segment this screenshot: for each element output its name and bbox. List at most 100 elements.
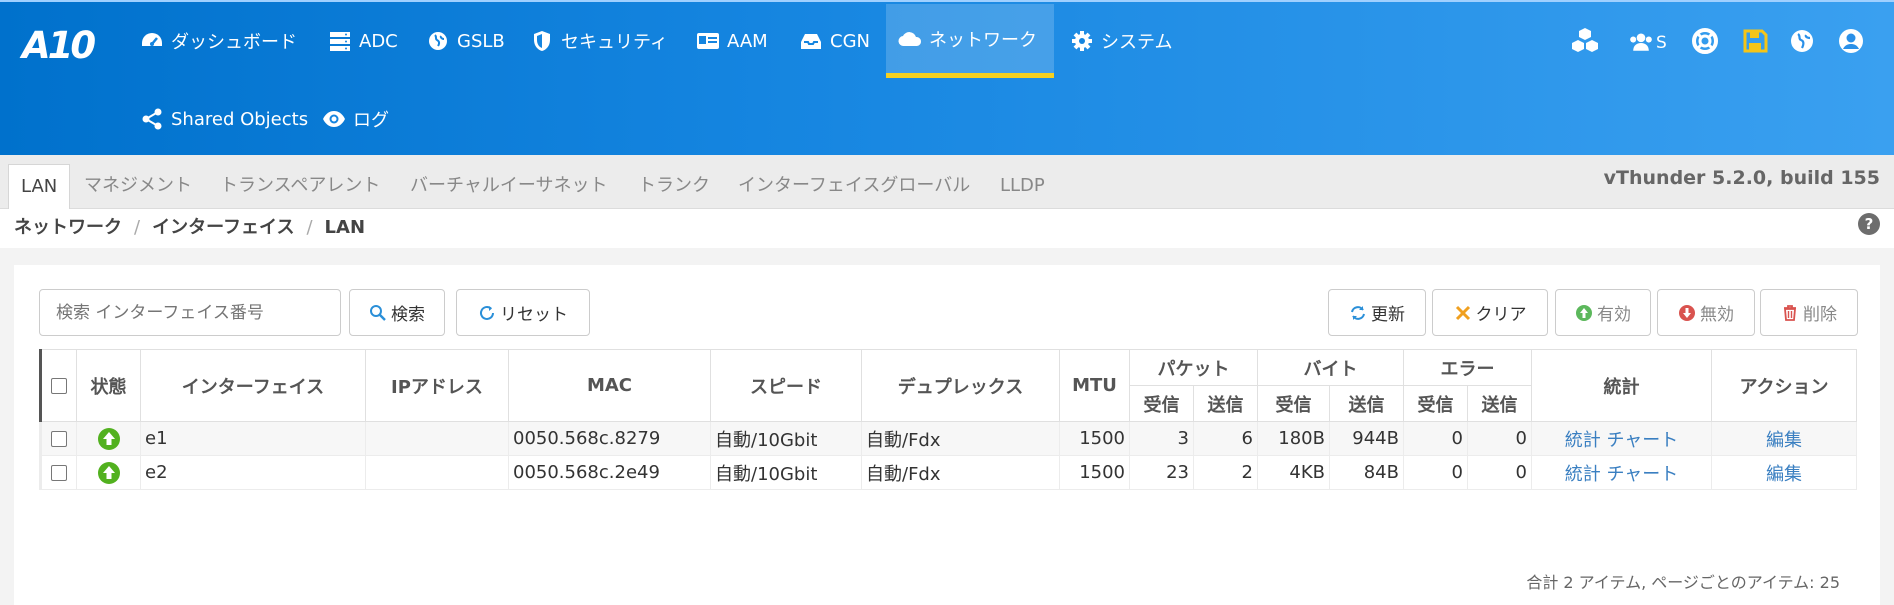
partition-button[interactable] [1570, 26, 1604, 60]
share-icon [142, 108, 162, 130]
close-icon [1455, 305, 1470, 320]
tab-transparent[interactable]: トランスペアレント [208, 164, 392, 209]
nav-shared-objects[interactable]: Shared Objects [128, 82, 320, 156]
nav-cgn[interactable]: CGN [787, 4, 882, 78]
nav-gslb-label: GSLB [457, 30, 505, 52]
tab-trunk[interactable]: トランク [626, 164, 722, 209]
refresh-button-label: 更新 [1371, 305, 1405, 325]
tab-interface-global[interactable]: インターフェイスグローバル [726, 164, 982, 209]
status-up-icon [97, 461, 120, 484]
edit-link[interactable]: 編集 [1711, 455, 1857, 490]
col-packets-rx[interactable]: 受信 [1129, 385, 1194, 422]
breadcrumb-network[interactable]: ネットワーク [14, 217, 122, 238]
errors-tx: 0 [1467, 455, 1532, 490]
col-errors-rx[interactable]: 受信 [1403, 385, 1468, 422]
interface-panel: 検索 リセット 更新 クリア 有効 無効 削除 [14, 265, 1880, 605]
user-account-button[interactable] [1836, 26, 1870, 60]
bytes-tx: 944B [1329, 421, 1404, 456]
select-all-checkbox[interactable] [51, 378, 67, 394]
content-area: 検索 リセット 更新 クリア 有効 無効 削除 [0, 248, 1894, 605]
refresh-button[interactable]: 更新 [1328, 289, 1426, 336]
table-row[interactable]: e2 0050.568c.2e49 自動/10Gbit 自動/Fdx 1500 … [39, 455, 1857, 490]
col-bytes-rx[interactable]: 受信 [1257, 385, 1330, 422]
col-speed[interactable]: スピード [710, 349, 862, 422]
disable-button[interactable]: 無効 [1657, 289, 1755, 336]
search-input[interactable] [39, 289, 341, 336]
reset-button[interactable]: リセット [456, 289, 590, 336]
col-errors-tx[interactable]: 送信 [1467, 385, 1532, 422]
refresh-icon [480, 305, 494, 320]
help-menu-button[interactable] [1690, 26, 1724, 60]
col-interface[interactable]: インターフェイス [140, 349, 366, 422]
nav-dashboard-label: ダッシュボード [171, 32, 297, 53]
search-icon [370, 304, 386, 321]
save-icon [1743, 29, 1768, 53]
lifebuoy-icon [1692, 28, 1718, 54]
col-mtu[interactable]: MTU [1059, 349, 1130, 422]
nav-network[interactable]: ネットワーク [886, 4, 1054, 78]
nav-aam[interactable]: AAM [684, 4, 780, 78]
nav-cgn-label: CGN [830, 30, 870, 52]
nav-security[interactable]: セキュリティ [518, 4, 680, 78]
a10-logo[interactable]: A10 [22, 24, 96, 67]
row-checkbox[interactable] [51, 431, 67, 447]
edit-link[interactable]: 編集 [1711, 421, 1857, 456]
bytes-rx: 4KB [1257, 455, 1330, 490]
tab-lldp[interactable]: LLDP [988, 164, 1057, 209]
col-packets: パケット [1129, 349, 1258, 386]
gear-icon [1072, 31, 1092, 51]
search-button[interactable]: 検索 [349, 289, 445, 336]
cubes-icon [1572, 28, 1598, 52]
clear-button[interactable]: クリア [1432, 289, 1548, 336]
errors-tx: 0 [1467, 421, 1532, 456]
help-icon[interactable]: ? [1858, 213, 1880, 235]
trash-icon [1784, 304, 1796, 321]
col-bytes-tx[interactable]: 送信 [1329, 385, 1404, 422]
interface-name: e1 [140, 421, 366, 456]
top-header: A10 ダッシュボード ADC GSLB セキュリティ AAM CGN ネットワ… [0, 0, 1894, 155]
status-cell [76, 421, 141, 456]
ip-address [365, 421, 509, 456]
errors-rx: 0 [1403, 455, 1468, 490]
col-mac[interactable]: MAC [508, 349, 711, 422]
nav-shared-objects-label: Shared Objects [171, 108, 309, 130]
row-select-cell [39, 421, 77, 456]
language-button[interactable] [1787, 26, 1821, 60]
speed: 自動/10Gbit [710, 455, 862, 490]
nav-log[interactable]: ログ [310, 82, 401, 156]
enable-button[interactable]: 有効 [1555, 289, 1651, 336]
users-button[interactable]: S [1628, 26, 1688, 60]
col-stats: 統計 [1531, 349, 1712, 422]
pagination-summary: 合計 2 アイテム, ページごとのアイテム: 25 [1526, 573, 1840, 592]
delete-button[interactable]: 削除 [1760, 289, 1858, 336]
tab-lan[interactable]: LAN [8, 164, 71, 209]
nav-adc[interactable]: ADC [316, 4, 410, 78]
nav-security-label: セキュリティ [561, 32, 668, 53]
tab-management[interactable]: マネジメント [72, 164, 204, 209]
server-icon [330, 32, 350, 51]
stats-chart-link[interactable]: 統計 チャート [1531, 455, 1712, 490]
nav-system-label: システム [1101, 32, 1173, 53]
nav-system[interactable]: システム [1058, 4, 1184, 78]
row-checkbox[interactable] [51, 465, 67, 481]
col-status[interactable]: 状態 [76, 349, 141, 422]
stats-chart-link[interactable]: 統計 チャート [1531, 421, 1712, 456]
nav-gslb[interactable]: GSLB [414, 4, 517, 78]
col-packets-tx[interactable]: 送信 [1193, 385, 1258, 422]
id-card-icon [697, 33, 719, 49]
row-select-cell [39, 455, 77, 490]
mac-address: 0050.568c.2e49 [508, 455, 711, 490]
user-circle-icon [1839, 29, 1863, 53]
col-action: アクション [1711, 349, 1857, 422]
breadcrumb-interface[interactable]: インターフェイス [152, 217, 294, 238]
col-bytes: バイト [1257, 349, 1404, 386]
table-row[interactable]: e1 0050.568c.8279 自動/10Gbit 自動/Fdx 1500 … [39, 421, 1857, 456]
save-button[interactable] [1740, 26, 1774, 60]
breadcrumb-lan: LAN [324, 217, 366, 238]
tab-virtual-ethernet[interactable]: バーチャルイーサネット [398, 164, 619, 209]
col-ip[interactable]: IPアドレス [365, 349, 509, 422]
nav-dashboard[interactable]: ダッシュボード [128, 4, 309, 78]
ip-address [365, 455, 509, 490]
col-duplex[interactable]: デュプレックス [861, 349, 1060, 422]
users-label: S [1656, 33, 1667, 53]
